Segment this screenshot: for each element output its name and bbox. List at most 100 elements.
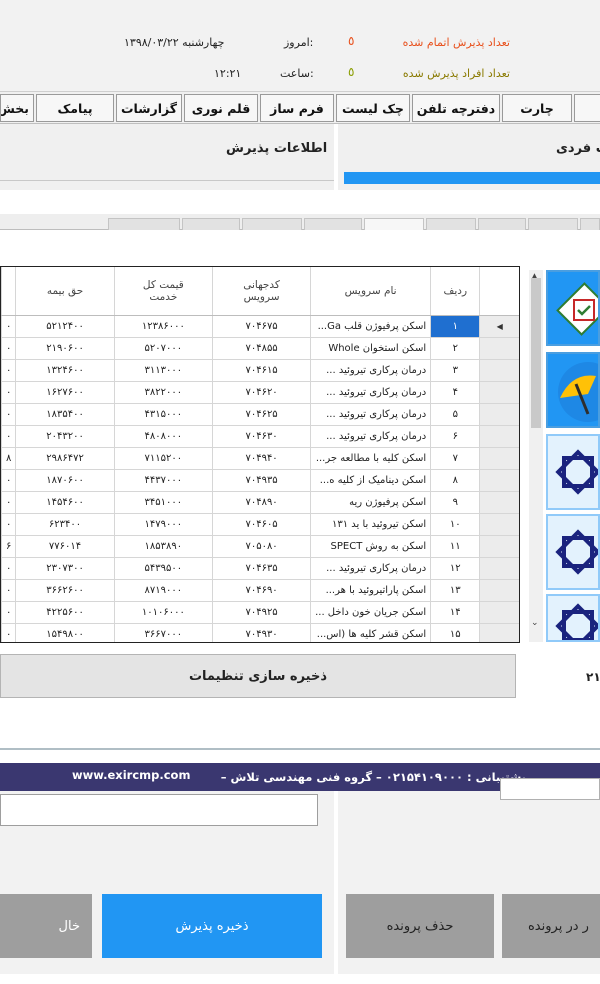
table-row[interactable]: ۶ درمان پرکاری تیروئید ... ۷۰۴۶۳۰ ۴۸۰۸۰۰۰ ۲۰…	[1, 425, 519, 448]
cut-off-cell[interactable]: ۶	[1, 535, 16, 558]
insurance-share-cell[interactable]: ۵۲۱۲۴۰۰	[15, 315, 115, 338]
table-row[interactable]: ۳ درمان پرکاری تیروئید ... ۷۰۴۶۱۵ ۳۱۱۳۰۰۰ ۱۳…	[1, 359, 519, 382]
service-code-cell[interactable]: ۷۰۴۸۹۰	[212, 491, 311, 514]
service-name-cell[interactable]: اسکن جریان خون داخل ...	[310, 601, 431, 624]
insurance-share-cell[interactable]: ۴۲۲۵۶۰۰	[15, 601, 115, 624]
table-row[interactable]: ۱۰ اسکن تیروئید با ید ۱۳۱ ۷۰۴۶۰۵ ۱۴۷۹۰۰۰ ۶۲۳…	[1, 513, 519, 536]
total-price-cell[interactable]: ۱۸۵۳۸۹۰	[113, 535, 213, 558]
row-selector[interactable]: ◀	[479, 315, 519, 338]
menu-light-pen[interactable]: قلم نوری	[184, 94, 258, 122]
service-code-cell[interactable]: ۷۰۴۶۲۵	[212, 403, 311, 426]
tab-8[interactable]	[580, 218, 600, 230]
tab-3[interactable]	[242, 218, 302, 230]
service-name-cell[interactable]: اسکن پرفیوژن قلب Ga...	[310, 315, 431, 338]
total-price-cell[interactable]: ۳۶۶۷۰۰۰	[113, 623, 213, 642]
menu-next-partial[interactable]	[574, 94, 600, 122]
cut-off-cell[interactable]: ۰	[1, 491, 16, 514]
cut-off-cell[interactable]: ۰	[1, 359, 16, 382]
row-selector[interactable]	[479, 403, 519, 426]
tab-4[interactable]	[304, 218, 362, 230]
row-number[interactable]: ۶	[430, 425, 480, 448]
service-code-cell[interactable]: ۷۰۵۰۸۰	[212, 535, 311, 558]
tab-2[interactable]	[182, 218, 240, 230]
row-number[interactable]: ۸	[430, 469, 480, 492]
service-code-cell[interactable]: ۷۰۴۶۷۵	[212, 315, 311, 338]
service-code-cell[interactable]: ۷۰۴۹۳۰	[212, 623, 311, 642]
save-settings-button[interactable]: ذخیره سازی تنظیمات	[0, 654, 516, 698]
table-row[interactable]: ◀ ۱ اسکن پرفیوژن قلب Ga... ۷۰۴۶۷۵ ۱۲۳۸۶۰۰۰ ۵۲…	[1, 315, 519, 338]
row-number[interactable]: ۱۴	[430, 601, 480, 624]
file-action-button[interactable]: ر در پرونده	[502, 894, 600, 958]
service-code-cell[interactable]: ۷۰۴۶۱۵	[212, 359, 311, 382]
col-header-total-price[interactable]: قیمت کل خدمت	[113, 267, 213, 316]
menu-chart[interactable]: چارت	[502, 94, 572, 122]
save-admission-button[interactable]: ذخیره پذیرش	[102, 894, 322, 958]
row-selector[interactable]	[479, 557, 519, 580]
service-name-cell[interactable]: درمان پرکاری تیروئید ...	[310, 359, 431, 382]
cut-off-cell[interactable]: ۰	[1, 381, 16, 404]
service-name-cell[interactable]: اسکن پرفیوژن ریه	[310, 491, 431, 514]
menu-reports[interactable]: گزارشات	[116, 94, 182, 122]
row-selector[interactable]	[479, 469, 519, 492]
table-row[interactable]: ۴ درمان پرکاری تیروئید ... ۷۰۴۶۲۰ ۳۸۲۲۰۰۰ ۱۶…	[1, 381, 519, 404]
scrollbar-thumb[interactable]	[531, 278, 541, 428]
insurance-share-cell[interactable]: ۲۰۴۳۲۰۰	[15, 425, 115, 448]
service-name-cell[interactable]: درمان پرکاری تیروئید ...	[310, 425, 431, 448]
insurance-share-cell[interactable]: ۶۲۳۴۰۰	[15, 513, 115, 536]
table-row[interactable]: ۱۲ درمان پرکاری تیروئید ... ۷۰۴۶۳۵ ۵۴۳۹۵۰۰ ۲…	[1, 557, 519, 580]
thumbnail-3[interactable]	[546, 434, 600, 510]
row-selector[interactable]	[479, 381, 519, 404]
tab-6[interactable]	[478, 218, 526, 230]
cut-off-cell[interactable]: ۰	[1, 557, 16, 580]
insurance-share-cell[interactable]: ۱۸۳۵۴۰۰	[15, 403, 115, 426]
tab-1[interactable]	[108, 218, 180, 230]
col-header-insurance-share[interactable]: حق بیمه	[15, 267, 115, 316]
table-row[interactable]: ۱۳ اسکن پاراتیروئید با هر... ۷۰۴۶۹۰ ۸۷۱۹۰۰۰…	[1, 579, 519, 602]
total-price-cell[interactable]: ۳۸۲۲۰۰۰	[113, 381, 213, 404]
cut-off-cell[interactable]: ۰	[1, 469, 16, 492]
row-selector[interactable]	[479, 447, 519, 470]
menu-form-builder[interactable]: فرم ساز	[260, 94, 334, 122]
row-number[interactable]: ۱	[430, 315, 480, 338]
thumbnail-4[interactable]	[546, 514, 600, 590]
service-name-cell[interactable]: درمان پرکاری تیروئید ...	[310, 381, 431, 404]
cut-off-cell[interactable]: ۰	[1, 513, 16, 536]
service-name-cell[interactable]: اسکن قشر کلیه ها (اس...	[310, 623, 431, 642]
table-row[interactable]: ۱۵ اسکن قشر کلیه ها (اس... ۷۰۴۹۳۰ ۳۶۶۷۰۰۰ ۱۵…	[1, 623, 519, 642]
table-row[interactable]: ۱۱ اسکن به روش SPECT ۷۰۵۰۸۰ ۱۸۵۳۸۹۰ ۷۷۶۰۱۴ ۶	[1, 535, 519, 558]
row-selector[interactable]	[479, 513, 519, 536]
total-price-cell[interactable]: ۴۳۱۵۰۰۰	[113, 403, 213, 426]
row-number[interactable]: ۷	[430, 447, 480, 470]
row-selector[interactable]	[479, 491, 519, 514]
row-number[interactable]: ۱۵	[430, 623, 480, 642]
insurance-share-cell[interactable]: ۱۴۵۴۶۰۰	[15, 491, 115, 514]
row-number[interactable]: ۴	[430, 381, 480, 404]
total-price-cell[interactable]: ۸۷۱۹۰۰۰	[113, 579, 213, 602]
row-selector[interactable]	[479, 535, 519, 558]
insurance-share-cell[interactable]: ۷۷۶۰۱۴	[15, 535, 115, 558]
insurance-share-cell[interactable]: ۱۸۷۰۶۰۰	[15, 469, 115, 492]
tab-7[interactable]	[528, 218, 578, 230]
service-code-cell[interactable]: ۷۰۴۶۰۵	[212, 513, 311, 536]
service-code-cell[interactable]: ۷۰۴۹۳۵	[212, 469, 311, 492]
cut-off-cell[interactable]: ۰	[1, 425, 16, 448]
service-name-cell[interactable]: درمان پرکاری تیروئید ...	[310, 557, 431, 580]
scroll-down-icon[interactable]: ⌄	[531, 618, 539, 628]
delete-file-button[interactable]: حذف پرونده	[346, 894, 494, 958]
tab-5[interactable]	[426, 218, 476, 230]
row-number[interactable]: ۱۱	[430, 535, 480, 558]
insurance-share-cell[interactable]: ۱۶۲۷۶۰۰	[15, 381, 115, 404]
menu-phonebook[interactable]: دفترچه تلفن	[412, 94, 500, 122]
cut-off-cell[interactable]: ۰	[1, 579, 16, 602]
thumbnail-1[interactable]	[546, 270, 600, 346]
thumbnail-5[interactable]	[546, 594, 600, 642]
service-code-cell[interactable]: ۷۰۴۹۴۰	[212, 447, 311, 470]
row-selector[interactable]	[479, 425, 519, 448]
row-number[interactable]: ۲	[430, 337, 480, 360]
thumbnail-2[interactable]	[546, 352, 600, 428]
total-price-cell[interactable]: ۳۴۵۱۰۰۰	[113, 491, 213, 514]
total-price-cell[interactable]: ۵۲۰۷۰۰۰	[113, 337, 213, 360]
insurance-share-cell[interactable]: ۱۳۲۴۶۰۰	[15, 359, 115, 382]
row-number[interactable]: ۱۰	[430, 513, 480, 536]
table-row[interactable]: ۲ اسکن استخوان Whole ۷۰۴۸۵۵ ۵۲۰۷۰۰۰ ۲۱۹۰۶۰۰ ۰	[1, 337, 519, 360]
